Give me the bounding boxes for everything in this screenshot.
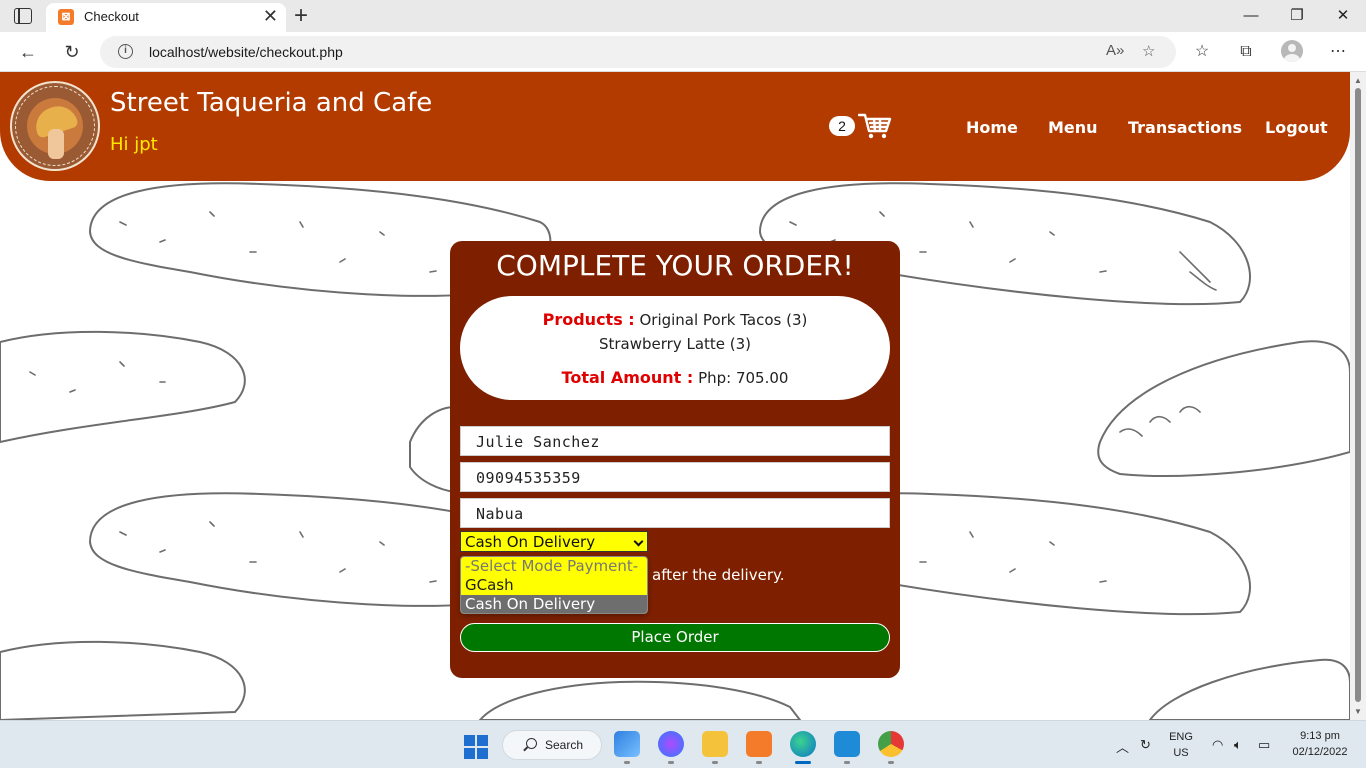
payment-option-placeholder[interactable]: -Select Mode Payment- (461, 557, 647, 576)
sync-icon[interactable]: ↻ (1140, 737, 1151, 753)
refresh-icon[interactable]: ↻ (60, 40, 84, 64)
nav-home[interactable]: Home (966, 118, 1018, 137)
new-tab-button[interactable]: + (294, 2, 308, 30)
read-aloud-icon[interactable]: A» (1106, 42, 1124, 59)
nav-menu[interactable]: Menu (1048, 118, 1098, 137)
battery-icon[interactable]: ▭ (1258, 737, 1270, 753)
xampp-favicon-icon: ⊠ (58, 9, 74, 25)
volume-icon[interactable]: 🔈︎ (1234, 737, 1242, 753)
phone-field-value[interactable]: 09094535359 (476, 469, 581, 487)
favorite-add-icon[interactable]: ☆ (1142, 42, 1155, 60)
total-line: Total Amount : Php: 705.00 (460, 368, 890, 387)
address-field-value[interactable]: Nabua (476, 505, 524, 523)
browser-tab-bar: ⊠ Checkout ✕ + — ❐ ✕ (0, 0, 1366, 32)
nav-logout[interactable]: Logout (1265, 118, 1328, 137)
address-bar-row: ← ↻ i localhost/website/checkout.php A» … (0, 32, 1366, 72)
phone-field[interactable]: 09094535359 (460, 462, 890, 492)
address-field[interactable]: Nabua (460, 498, 890, 528)
wifi-icon[interactable]: ◠ (1212, 737, 1223, 753)
payment-option-gcash[interactable]: GCash (461, 576, 647, 595)
products-label: Products : (542, 310, 635, 329)
user-greeting: Hi jpt (110, 134, 158, 155)
file-explorer-icon[interactable] (702, 731, 728, 757)
hand-icon (48, 129, 64, 159)
nav-transactions[interactable]: Transactions (1128, 118, 1242, 137)
cart-count-badge[interactable]: 2 (829, 116, 855, 136)
tab-close-button[interactable]: ✕ (263, 6, 278, 26)
products-line: Products : Original Pork Tacos (3) (460, 310, 890, 329)
checkout-title: COMPLETE YOUR ORDER! (496, 249, 854, 282)
maximize-button[interactable]: ❐ (1282, 5, 1312, 27)
chevron-up-icon[interactable]: ︿ (1116, 737, 1129, 756)
app-indicator (756, 761, 762, 764)
language-indicator[interactable]: ENG (1166, 731, 1196, 743)
sidebar-toggle-icon[interactable] (14, 8, 32, 24)
name-field[interactable]: Julie Sanchez (460, 426, 890, 456)
payment-note: after the delivery. (652, 566, 785, 584)
payment-mode-select[interactable]: Cash On Delivery (460, 531, 648, 552)
scroll-up-icon[interactable]: ▲ (1354, 76, 1362, 85)
product-item: Strawberry Latte (3) (598, 335, 752, 353)
app-indicator (712, 761, 718, 764)
payment-mode-dropdown[interactable]: -Select Mode Payment- GCash Cash On Deli… (460, 556, 648, 614)
page-scrollbar[interactable]: ▲ ▼ (1350, 72, 1366, 720)
scroll-thumb[interactable] (1355, 88, 1361, 702)
taskbar-search[interactable]: Search (502, 730, 602, 760)
more-icon[interactable]: ⋯ (1327, 41, 1349, 63)
payment-option-cod[interactable]: Cash On Delivery (461, 595, 647, 613)
page-viewport: Street Taqueria and Cafe Hi jpt 2 Home M… (0, 72, 1350, 720)
tab-title: Checkout (84, 9, 139, 24)
app-indicator (668, 761, 674, 764)
total-value: Php: 705.00 (698, 369, 789, 387)
chevron-down-icon[interactable] (633, 536, 644, 547)
app-indicator (888, 761, 894, 764)
site-header: Street Taqueria and Cafe Hi jpt 2 Home M… (0, 72, 1350, 181)
photos-icon[interactable] (614, 731, 640, 757)
os-taskbar: Search ︿ ↻ ENG US ◠ 🔈︎ ▭ 9:13 pm 02/12/2… (0, 720, 1366, 768)
chrome-icon[interactable] (878, 731, 904, 757)
info-icon[interactable]: i (118, 44, 133, 59)
collections-icon[interactable]: ⧉ (1235, 41, 1257, 63)
messenger-icon[interactable] (658, 731, 684, 757)
edge-icon[interactable] (790, 731, 816, 757)
minimize-button[interactable]: — (1236, 5, 1266, 27)
payment-mode-value[interactable]: Cash On Delivery (465, 533, 595, 551)
app-indicator (844, 761, 850, 764)
close-window-button[interactable]: ✕ (1328, 5, 1358, 27)
product-item: Original Pork Tacos (3) (639, 311, 808, 329)
place-order-button[interactable]: Place Order (460, 623, 890, 652)
site-name: Street Taqueria and Cafe (110, 88, 433, 118)
order-summary: Products : Original Pork Tacos (3) Straw… (460, 296, 890, 400)
address-input[interactable]: i localhost/website/checkout.php A» ☆ (100, 36, 1176, 68)
clock-date[interactable]: 02/12/2022 (1288, 746, 1352, 758)
url-text[interactable]: localhost/website/checkout.php (149, 44, 343, 60)
taskbar-search-label: Search (545, 738, 584, 752)
name-field-value[interactable]: Julie Sanchez (476, 433, 600, 451)
scroll-down-icon[interactable]: ▼ (1354, 707, 1362, 716)
total-label: Total Amount : (561, 368, 694, 387)
tab-checkout[interactable]: ⊠ Checkout ✕ (46, 3, 286, 32)
region-indicator[interactable]: US (1166, 747, 1196, 759)
back-icon[interactable]: ← (16, 40, 40, 64)
start-icon[interactable] (464, 735, 488, 759)
shopping-cart-icon[interactable] (858, 112, 892, 140)
xampp-icon[interactable] (746, 731, 772, 757)
restaurant-logo[interactable] (10, 81, 100, 171)
search-icon (526, 738, 537, 749)
app-indicator-active (795, 761, 811, 764)
clock-time[interactable]: 9:13 pm (1288, 730, 1352, 742)
profile-icon[interactable] (1281, 40, 1303, 62)
favorites-icon[interactable]: ☆ (1191, 41, 1213, 63)
vscode-icon[interactable] (834, 731, 860, 757)
app-indicator (624, 761, 630, 764)
